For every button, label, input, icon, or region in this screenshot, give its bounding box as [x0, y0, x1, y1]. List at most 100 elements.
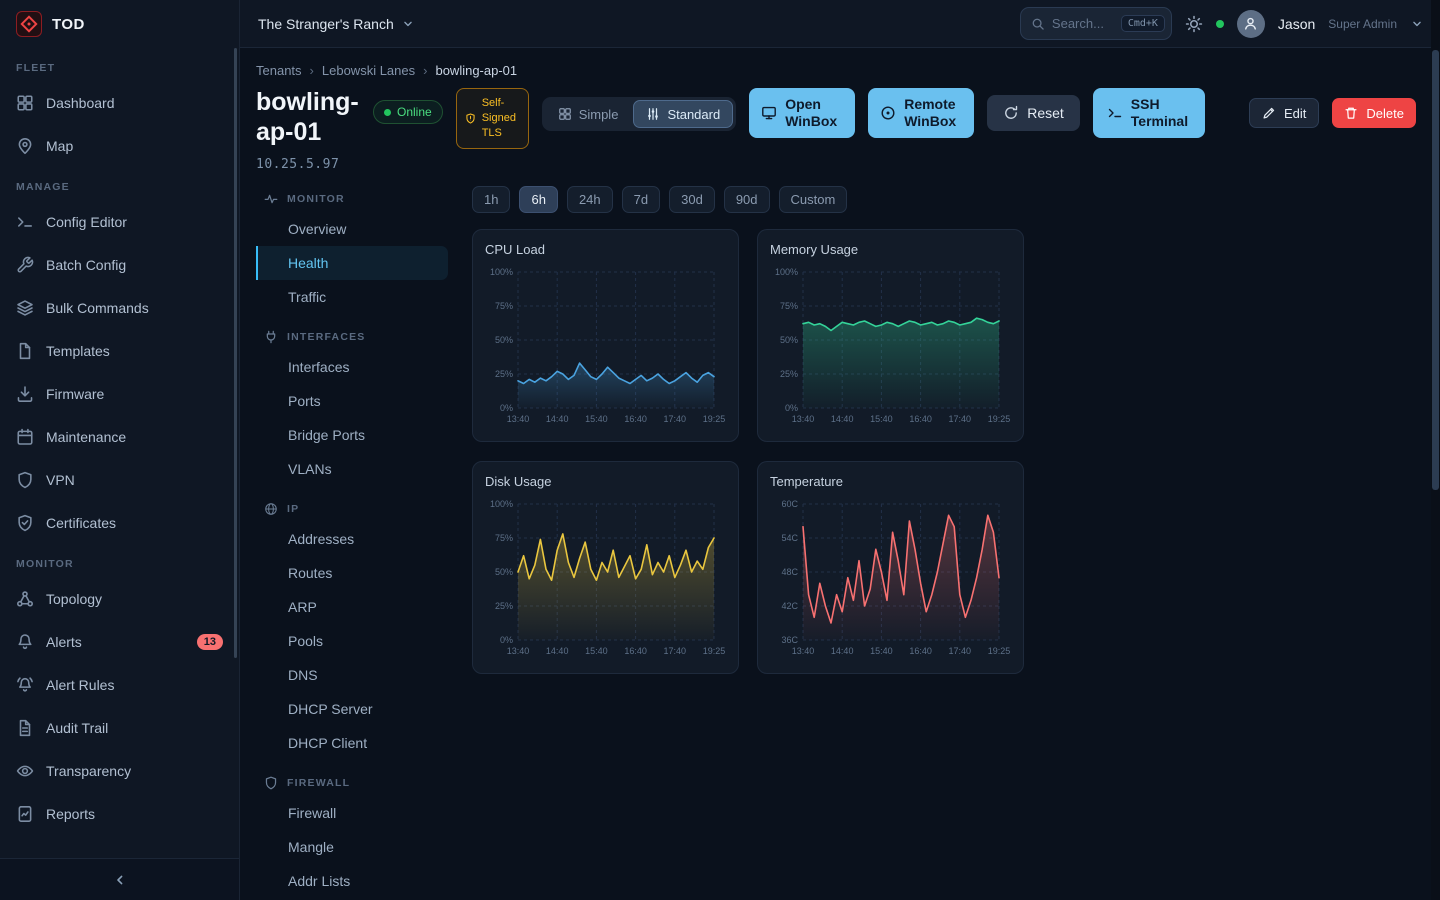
sidebar-item-vpn[interactable]: VPN [0, 458, 239, 501]
theme-sun-icon[interactable] [1185, 15, 1203, 33]
subnav-item-arp[interactable]: ARP [256, 590, 448, 624]
subnav-item-ports[interactable]: Ports [256, 384, 448, 418]
subnav-item-label: ARP [288, 599, 317, 615]
subnav-item-health[interactable]: Health [256, 246, 448, 280]
chevron-left-icon [112, 872, 128, 888]
brand-logo[interactable]: TOD [0, 0, 239, 48]
subnav-item-firewall[interactable]: Firewall [256, 796, 448, 830]
map-pin-icon [16, 137, 34, 155]
user-menu-chevron-icon[interactable] [1410, 17, 1424, 31]
window-scrollbar-thumb[interactable] [1432, 50, 1439, 490]
subnav-section-ip: IP [256, 496, 448, 522]
sidebar-section-manage: MANAGE [0, 167, 239, 200]
svg-text:75%: 75% [495, 533, 513, 543]
sidebar-item-transparency[interactable]: Transparency [0, 749, 239, 792]
subnav-item-label: Pools [288, 633, 323, 649]
grid-icon [558, 107, 572, 121]
subnav-item-label: DHCP Client [288, 735, 367, 751]
svg-text:75%: 75% [780, 301, 798, 311]
subnav-section-label: MONITOR [287, 193, 345, 205]
subnav-item-dns[interactable]: DNS [256, 658, 448, 692]
tenant-selector[interactable]: The Stranger's Ranch [258, 16, 415, 32]
sidebar-item-topology[interactable]: Topology [0, 577, 239, 620]
svg-text:14:40: 14:40 [831, 414, 854, 424]
sidebar-item-label: VPN [46, 472, 75, 488]
time-pill-30d[interactable]: 30d [669, 186, 715, 213]
time-pill-24h[interactable]: 24h [567, 186, 613, 213]
subnav-item-dhcp-client[interactable]: DHCP Client [256, 726, 448, 760]
remote-winbox-button[interactable]: Remote WinBox [868, 88, 974, 138]
mode-simple-button[interactable]: Simple [545, 100, 632, 128]
sidebar-item-maintenance[interactable]: Maintenance [0, 415, 239, 458]
mode-standard-button[interactable]: Standard [633, 100, 733, 128]
sidebar-item-reports[interactable]: Reports [0, 792, 239, 835]
subnav-item-dhcp-server[interactable]: DHCP Server [256, 692, 448, 726]
svg-text:50%: 50% [495, 335, 513, 345]
subnav-item-label: Interfaces [288, 359, 349, 375]
sidebar-collapse-button[interactable] [0, 858, 239, 900]
window-scrollbar[interactable] [1431, 0, 1440, 900]
bell-icon [16, 633, 34, 651]
subnav-item-label: Overview [288, 221, 346, 237]
target-icon [880, 105, 896, 121]
search-shortcut-kbd: Cmd+K [1121, 15, 1165, 32]
brand-diamond-icon [16, 11, 42, 37]
time-pill-1h[interactable]: 1h [472, 186, 510, 213]
sidebar-item-certificates[interactable]: Certificates [0, 501, 239, 544]
open-winbox-button[interactable]: Open WinBox [749, 88, 855, 138]
time-pill-custom[interactable]: Custom [779, 186, 848, 213]
file-text-icon [16, 719, 34, 737]
sidebar-item-dashboard[interactable]: Dashboard [0, 81, 239, 124]
sidebar-item-alert-rules[interactable]: Alert Rules [0, 663, 239, 706]
main-column: The Stranger's Ranch Search... Cmd+K Jas… [240, 0, 1440, 900]
reset-button[interactable]: Reset [987, 95, 1080, 131]
sidebar-item-config-editor[interactable]: Config Editor [0, 200, 239, 243]
svg-text:42C: 42C [781, 601, 798, 611]
ssh-terminal-button[interactable]: SSH Terminal [1093, 88, 1205, 138]
sidebar-item-batch-config[interactable]: Batch Config [0, 243, 239, 286]
sidebar-item-audit-trail[interactable]: Audit Trail [0, 706, 239, 749]
view-mode-toggle: Simple Standard [542, 97, 737, 131]
time-pill-6h[interactable]: 6h [519, 186, 557, 213]
svg-text:17:40: 17:40 [664, 646, 687, 656]
mode-standard-label: Standard [667, 107, 720, 122]
grid-icon [16, 94, 34, 112]
delete-button[interactable]: Delete [1332, 98, 1416, 128]
sidebar-item-label: Maintenance [46, 429, 126, 445]
subnav-item-interfaces[interactable]: Interfaces [256, 350, 448, 384]
time-pill-7d[interactable]: 7d [622, 186, 660, 213]
online-label: Online [397, 105, 432, 119]
sidebar-item-bulk-commands[interactable]: Bulk Commands [0, 286, 239, 329]
subnav-item-addresses[interactable]: Addresses [256, 522, 448, 556]
subnav-item-bridge-ports[interactable]: Bridge Ports [256, 418, 448, 452]
breadcrumb-tenants[interactable]: Tenants [256, 63, 302, 78]
sidebar-scrollbar[interactable] [234, 48, 237, 658]
svg-text:17:40: 17:40 [949, 646, 972, 656]
sidebar-item-firmware[interactable]: Firmware [0, 372, 239, 415]
sidebar-item-label: Dashboard [46, 95, 115, 111]
subnav-section-monitor: MONITOR [256, 186, 448, 212]
subnav-item-vlans[interactable]: VLANs [256, 452, 448, 486]
user-avatar[interactable] [1237, 10, 1265, 38]
breadcrumb-tenant-name[interactable]: Lebowski Lanes [322, 63, 415, 78]
pencil-icon [1262, 106, 1276, 120]
chart-title: CPU Load [485, 242, 726, 257]
edit-button[interactable]: Edit [1249, 98, 1319, 128]
search-input[interactable]: Search... Cmd+K [1020, 7, 1172, 40]
sidebar-item-alerts[interactable]: Alerts 13 [0, 620, 239, 663]
sidebar-item-map[interactable]: Map [0, 124, 239, 167]
time-pill-90d[interactable]: 90d [724, 186, 770, 213]
shield-alert-icon [465, 113, 476, 124]
subnav-item-mangle[interactable]: Mangle [256, 830, 448, 864]
breadcrumb: Tenants › Lebowski Lanes › bowling-ap-01 [256, 48, 1416, 88]
subnav-item-addr-lists[interactable]: Addr Lists [256, 864, 448, 898]
subnav-item-pools[interactable]: Pools [256, 624, 448, 658]
globe-icon [264, 502, 278, 516]
svg-text:0%: 0% [500, 635, 513, 645]
charts-grid: CPU Load 100%75%50%25%0%13:4014:4015:401… [472, 229, 1416, 674]
svg-text:14:40: 14:40 [546, 646, 569, 656]
sidebar-item-templates[interactable]: Templates [0, 329, 239, 372]
subnav-item-overview[interactable]: Overview [256, 212, 448, 246]
subnav-item-routes[interactable]: Routes [256, 556, 448, 590]
subnav-item-traffic[interactable]: Traffic [256, 280, 448, 314]
